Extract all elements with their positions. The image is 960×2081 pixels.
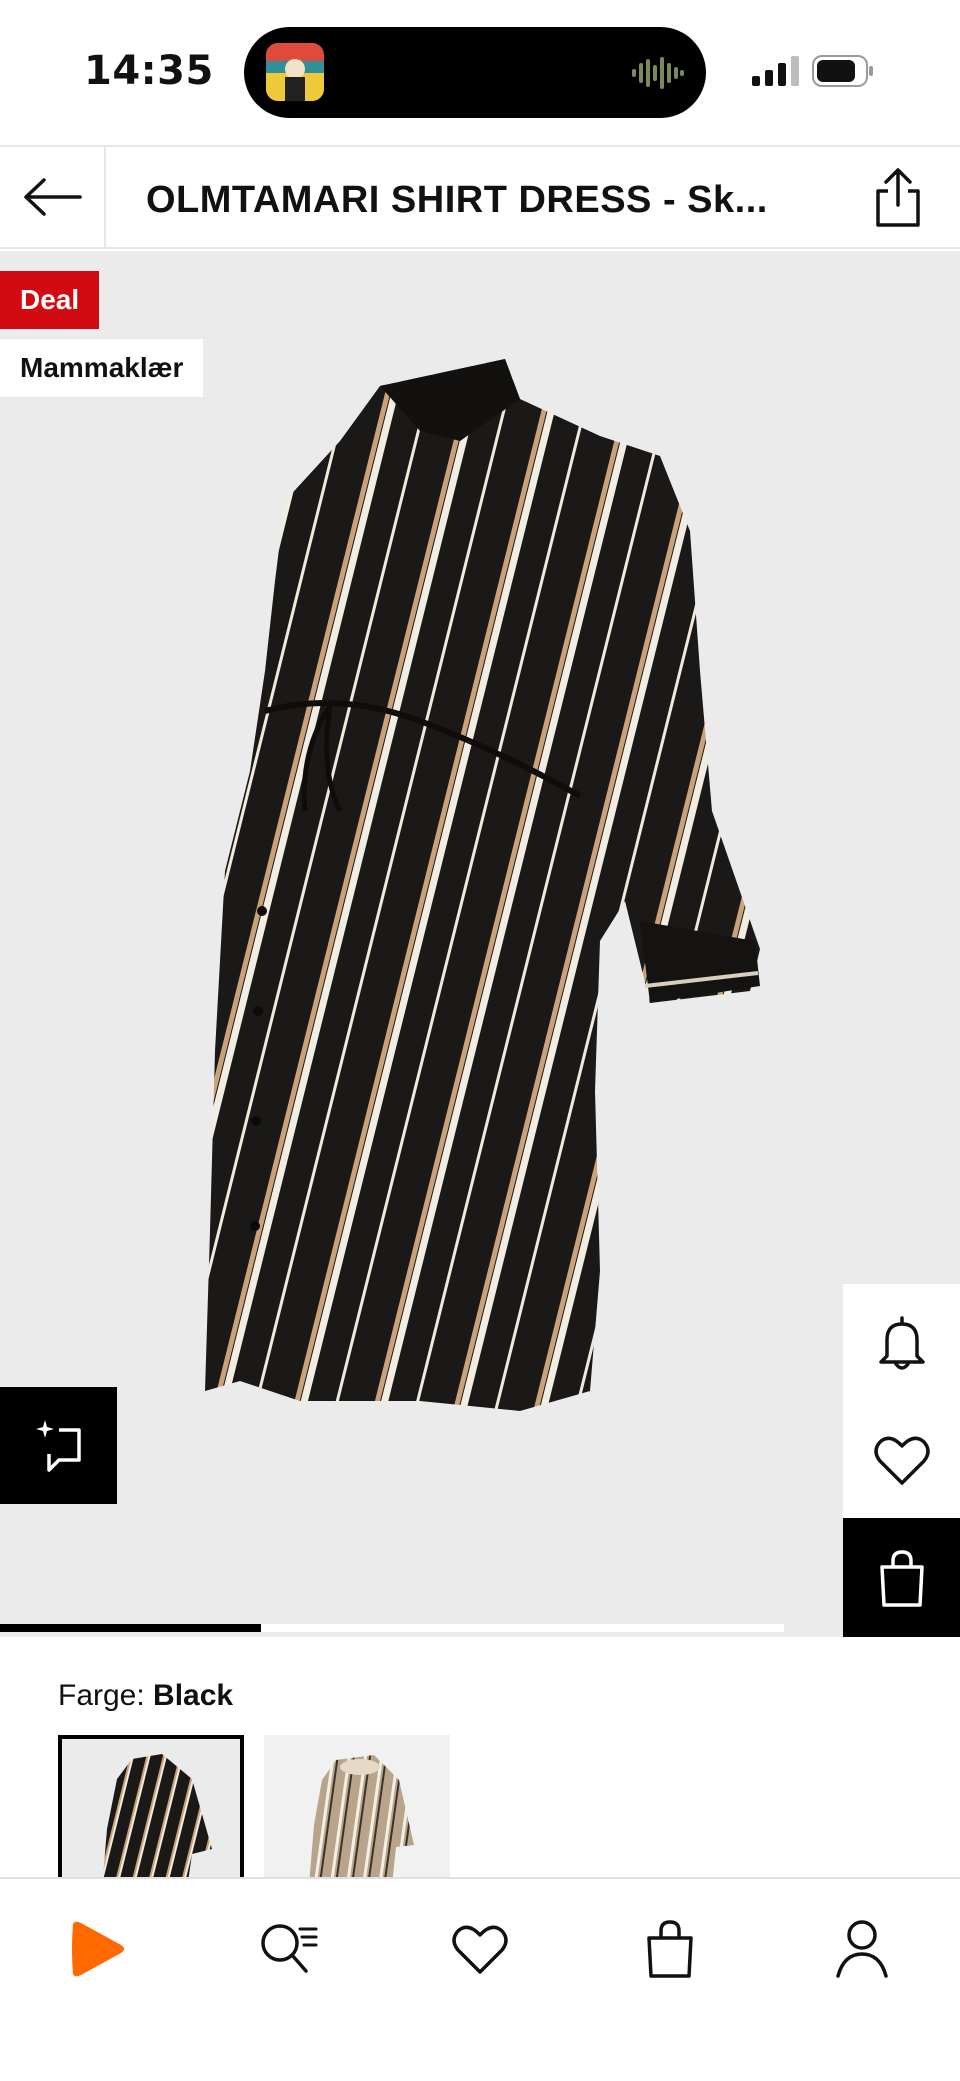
color-swatch-beige[interactable]	[264, 1735, 450, 1885]
bottom-navigation	[0, 1877, 960, 2081]
status-bar: 14:35	[0, 0, 960, 145]
back-arrow-icon	[24, 178, 82, 216]
cellular-signal-icon	[752, 56, 799, 86]
nav-search[interactable]	[248, 1909, 328, 1989]
deal-badge: Deal	[0, 271, 100, 329]
share-button[interactable]	[868, 167, 928, 229]
product-header: OLMTAMARI SHIRT DRESS - Sk...	[0, 145, 960, 249]
carousel-progress	[0, 1624, 262, 1632]
product-image-dress	[0, 251, 960, 1637]
nav-profile[interactable]	[822, 1909, 902, 1989]
selected-color-name: Black	[153, 1679, 234, 1712]
wishlist-heart-icon	[452, 1925, 508, 1974]
find-similar-button[interactable]	[0, 1387, 117, 1504]
side-action-bar	[843, 1284, 960, 1637]
dynamic-island[interactable]	[244, 27, 706, 118]
battery-icon	[812, 55, 873, 87]
bag-icon	[647, 1920, 693, 1978]
music-artwork-thumbnail	[266, 43, 324, 101]
swatch-image-black	[62, 1739, 240, 1881]
category-badge: Mammaklær	[0, 339, 204, 397]
shopping-bag-icon	[879, 1550, 924, 1607]
nav-home[interactable]	[56, 1909, 136, 1989]
nav-bag[interactable]	[630, 1909, 710, 1989]
nav-wishlist[interactable]	[440, 1909, 520, 1989]
wishlist-button[interactable]	[843, 1401, 960, 1518]
share-icon	[876, 168, 920, 227]
profile-icon	[836, 1920, 888, 1978]
back-button[interactable]	[0, 147, 106, 247]
bell-icon	[878, 1315, 925, 1370]
zalando-home-icon	[72, 1921, 124, 1977]
audio-waveform-icon	[632, 57, 684, 89]
color-swatch-black[interactable]	[58, 1735, 244, 1885]
status-time: 14:35	[84, 48, 214, 94]
color-label: Farge: Black	[58, 1679, 233, 1713]
add-to-bag-button[interactable]	[843, 1518, 960, 1637]
search-icon	[261, 1924, 318, 1973]
page-title: OLMTAMARI SHIRT DRESS - Sk...	[146, 179, 768, 221]
product-image-gallery[interactable]: Deal Mammaklær	[0, 251, 960, 1637]
swatch-image-beige	[264, 1735, 450, 1885]
color-label-prefix: Farge:	[58, 1679, 154, 1712]
color-selector: Farge: Black	[0, 1637, 960, 1885]
find-similar-icon	[35, 1419, 81, 1472]
heart-icon	[873, 1436, 930, 1485]
notify-button[interactable]	[843, 1284, 960, 1401]
